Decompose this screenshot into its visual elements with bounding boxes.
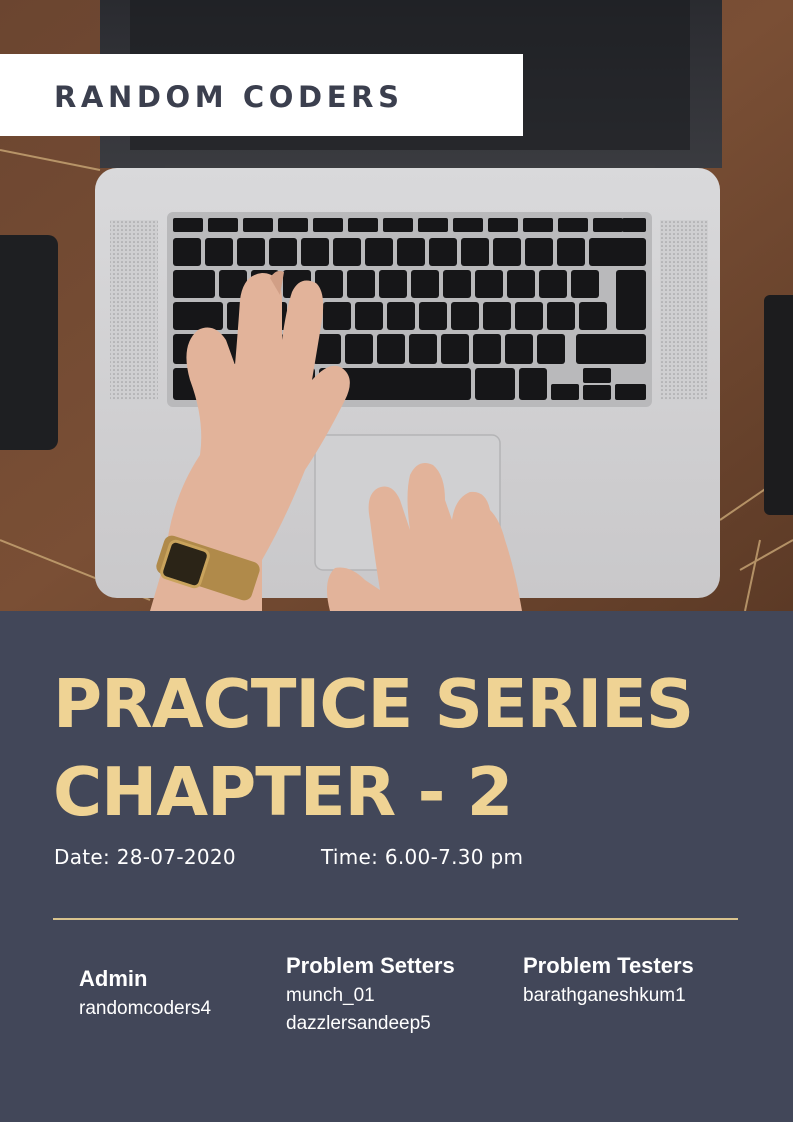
admin-heading: Admin xyxy=(79,966,148,991)
divider xyxy=(53,918,738,920)
setter-name-2: dazzlersandeep5 xyxy=(286,1013,431,1034)
tester-name-1: barathganeshkum1 xyxy=(523,985,686,1006)
title-line-2: CHAPTER - 2 xyxy=(53,753,513,831)
testers-heading: Problem Testers xyxy=(523,953,694,978)
brand-name: RANDOM CODERS xyxy=(54,80,404,114)
setters-heading: Problem Setters xyxy=(286,953,455,978)
event-date: Date: 28-07-2020 xyxy=(54,845,236,869)
setter-name-1: munch_01 xyxy=(286,985,375,1006)
title-line-1: PRACTICE SERIES xyxy=(53,665,694,743)
admin-name: randomcoders4 xyxy=(79,998,212,1019)
event-time: Time: 6.00-7.30 pm xyxy=(321,845,524,869)
